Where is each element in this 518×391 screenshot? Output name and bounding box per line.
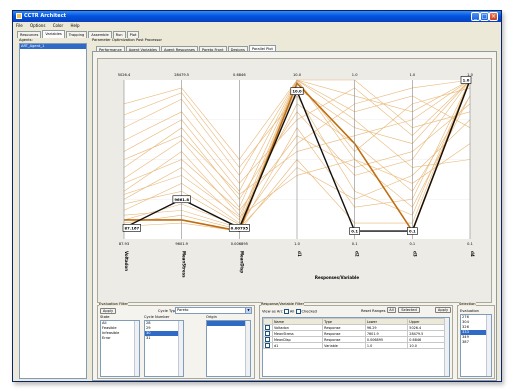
- evaluation-apply-button[interactable]: Apply: [100, 308, 116, 314]
- origin-list[interactable]: [206, 320, 251, 377]
- evaluation-label: Evaluation: [460, 309, 479, 313]
- maximize-button[interactable]: □: [480, 12, 489, 21]
- main-tabs: Resources Variables Trapping Assemble Run Plo…: [17, 30, 140, 38]
- row-checkbox[interactable]: [265, 325, 270, 330]
- axis-name-label: Voltadon: [124, 251, 129, 271]
- main-window: CCTR Architect _ □ × File Options Color …: [12, 10, 502, 382]
- axis-top-label: 1.0: [352, 73, 358, 77]
- parallel-plot-area: 5026.4 87.93 Voltadon 87.167 28479.5 9601.9 Me…: [97, 58, 492, 303]
- reset-selected-button[interactable]: Selected: [398, 307, 420, 313]
- response-filter-title: Response/Variable Filter: [261, 302, 305, 306]
- state-list-scrollbar[interactable]: [134, 321, 139, 376]
- view-checked-radio[interactable]: [295, 309, 301, 314]
- origin-label: Origin: [206, 315, 217, 319]
- state-label: State: [100, 315, 110, 319]
- origin-list-scrollbar[interactable]: [245, 321, 250, 376]
- value-label-text: 10.0: [292, 89, 302, 94]
- tab-plot[interactable]: Plot: [126, 31, 140, 38]
- row-checkbox[interactable]: [265, 343, 270, 348]
- tab-assemble[interactable]: Assemble: [88, 31, 112, 38]
- reset-all-button[interactable]: All: [387, 307, 396, 313]
- axis-top-label: 5026.4: [118, 73, 131, 77]
- table-row[interactable]: d1 Variable 1.0 10.0: [263, 342, 446, 349]
- window-title: CCTR Architect: [24, 13, 67, 19]
- origin-item-selected[interactable]: [207, 321, 250, 326]
- response-grid: Name Type Lower Upper Voltadon Response 96…: [263, 318, 446, 349]
- cycle-type-select[interactable]: Pareto ▼: [175, 307, 252, 314]
- axis-bottom-label: 0.1: [352, 242, 358, 246]
- row-checkbox[interactable]: [265, 337, 270, 342]
- axis-top-label: 0.6846: [233, 73, 246, 77]
- cycle-number-scrollbar[interactable]: [178, 321, 183, 376]
- menu-file[interactable]: File: [13, 22, 26, 28]
- state-list[interactable]: All Feasible Infeasible Error: [100, 320, 140, 377]
- value-label-text: 87.167: [124, 225, 139, 230]
- axis-name-label: d1: [297, 251, 302, 257]
- axis-name-label: MeanStress: [182, 251, 187, 278]
- view-as-label: View as Arc All Checked: [262, 309, 317, 314]
- cell-name: d1: [271, 342, 324, 349]
- value-label-text: 0.1: [409, 229, 416, 234]
- response-apply-button[interactable]: Apply: [435, 307, 451, 313]
- value-label-text: 1.0: [463, 78, 470, 83]
- axis-bottom-label: 0.006895: [231, 242, 248, 246]
- tab-trapping[interactable]: Trapping: [65, 31, 88, 38]
- axis-top-label: 28479.5: [174, 73, 189, 77]
- axis-name-label: MeanDisp: [239, 251, 244, 273]
- close-button[interactable]: ×: [489, 12, 498, 21]
- axis-top-label: 10.0: [293, 73, 302, 77]
- axis-name-label: d3: [412, 251, 417, 257]
- axis-top-label: 1.0: [409, 73, 415, 77]
- cell-type: Variable: [322, 342, 366, 349]
- row-checkbox[interactable]: [265, 331, 270, 336]
- axis-name-label: d2: [355, 251, 360, 257]
- tab-run[interactable]: Run: [112, 31, 126, 38]
- view-all-radio[interactable]: [283, 309, 289, 314]
- evaluation-list[interactable]: 276 304 326 333 349 387: [460, 314, 492, 377]
- title-bar: CCTR Architect _ □ ×: [13, 11, 501, 22]
- menu-color[interactable]: Color: [50, 22, 66, 28]
- chevron-down-icon[interactable]: ▼: [245, 308, 251, 313]
- cell-upper[interactable]: 10.0: [407, 342, 446, 349]
- value-label-text: 9661.8: [174, 197, 189, 202]
- cell-lower[interactable]: 1.0: [364, 342, 409, 349]
- evaluation-list-scrollbar[interactable]: [486, 315, 491, 376]
- minimize-button[interactable]: _: [471, 12, 480, 21]
- agents-label: Agents:: [19, 38, 33, 42]
- value-label-text: 0.1: [351, 229, 358, 234]
- cycle-type-value: Pareto: [177, 308, 189, 312]
- axis-bottom-label: 9601.9: [175, 242, 188, 246]
- axis-bottom-label: 0.1: [409, 242, 415, 246]
- menu-bar: File Options Color Help: [13, 22, 501, 29]
- tab-variables[interactable]: Variables: [42, 30, 65, 38]
- x-axis-title: Responses/Variable: [315, 275, 359, 280]
- menu-help[interactable]: Help: [67, 22, 82, 28]
- menu-options[interactable]: Options: [27, 22, 48, 28]
- tab-resources[interactable]: Resources: [17, 31, 42, 38]
- selection-title: Selection: [459, 302, 476, 306]
- value-label-text: 0.00795: [231, 225, 249, 230]
- agent-item[interactable]: ART_Agent_1: [20, 44, 86, 49]
- cycle-number-label: Cycle Number: [144, 315, 170, 319]
- response-table-scrollbar[interactable]: [444, 318, 449, 376]
- cycle-number-list[interactable]: 28 29 30 31: [144, 320, 184, 377]
- axis-bottom-label: 1.0: [294, 242, 300, 246]
- response-table[interactable]: Name Type Lower Upper Voltadon Response 96…: [262, 317, 450, 377]
- panel-title: Parameter Optimization Post Processor: [92, 38, 162, 42]
- axis-name-label: d4: [470, 251, 475, 257]
- axis-bottom-label: 0.1: [467, 242, 473, 246]
- reset-ranges-label: Reset Ranges: [361, 309, 386, 313]
- agents-list[interactable]: ART_Agent_1: [19, 43, 87, 379]
- parallel-plot-svg: 5026.4 87.93 Voltadon 87.167 28479.5 9601.9 Me…: [118, 73, 475, 280]
- axis-bottom-label: 87.93: [119, 242, 129, 246]
- evaluation-filter-title: Evaluation Filter: [99, 302, 129, 306]
- app-icon: [16, 13, 22, 19]
